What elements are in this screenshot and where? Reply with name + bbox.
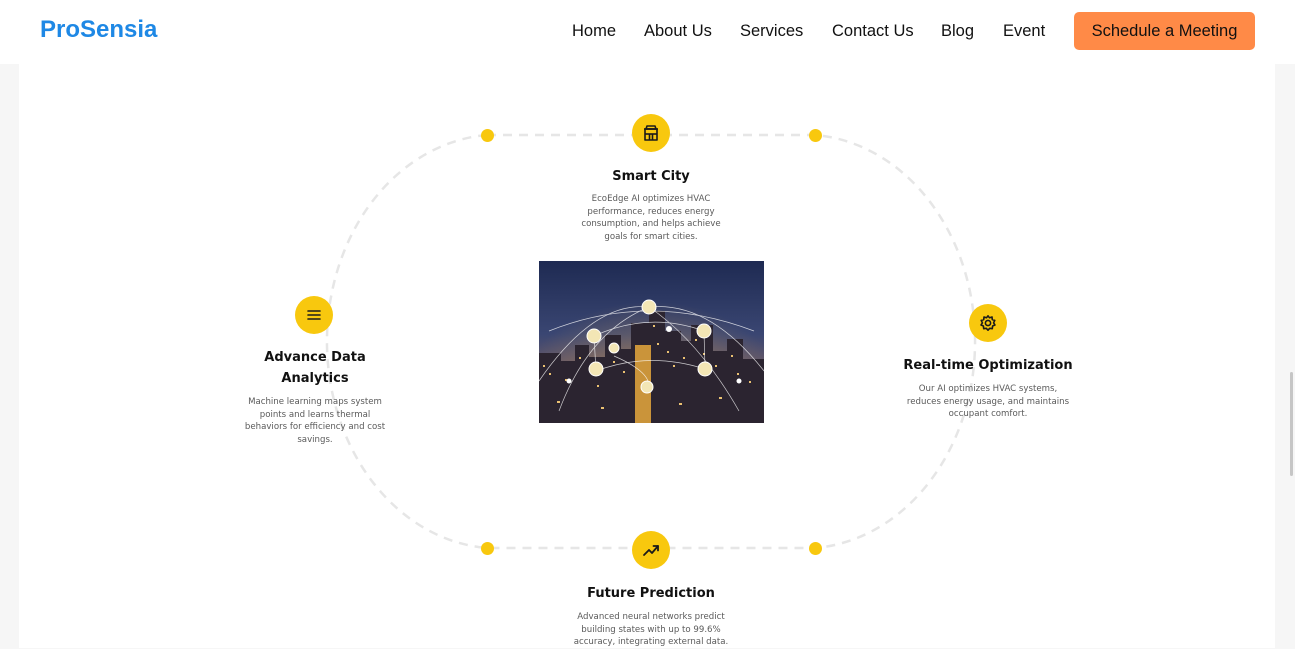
orbit-dot — [481, 129, 494, 142]
schedule-meeting-button[interactable]: Schedule a Meeting — [1074, 12, 1255, 50]
smart-city-description: EcoEdge AI optimizes HVAC performance, r… — [581, 194, 721, 242]
analytics-description: Machine learning maps system points and … — [244, 397, 386, 445]
top-navbar: ProSensia Home About Us Services Contact… — [0, 0, 1295, 64]
optimization-title: Real-time Optimization — [903, 358, 1073, 373]
smart-city-title: Smart City — [612, 169, 690, 184]
smart-city-network-image — [539, 261, 764, 423]
page-scrollbar[interactable] — [1290, 372, 1293, 476]
nav-services[interactable]: Services — [740, 22, 803, 41]
orbit-dot — [809, 542, 822, 555]
analytics-title: Advance Data Analytics — [264, 350, 366, 386]
building-icon — [632, 114, 670, 152]
prediction-title: Future Prediction — [587, 586, 715, 601]
trending-up-icon — [632, 531, 670, 569]
gear-icon — [969, 304, 1007, 342]
nav-home[interactable]: Home — [572, 22, 616, 41]
nav-blog[interactable]: Blog — [941, 22, 974, 41]
data-lines-icon — [295, 296, 333, 334]
nav-event[interactable]: Event — [1003, 22, 1045, 41]
prediction-description: Advanced neural networks predict buildin… — [573, 612, 729, 648]
nav-contact-us[interactable]: Contact Us — [832, 22, 914, 41]
optimization-description: Our AI optimizes HVAC systems, reduces e… — [906, 384, 1070, 420]
nav-about-us[interactable]: About Us — [644, 22, 712, 41]
orbit-dot — [809, 129, 822, 142]
orbit-dot — [481, 542, 494, 555]
